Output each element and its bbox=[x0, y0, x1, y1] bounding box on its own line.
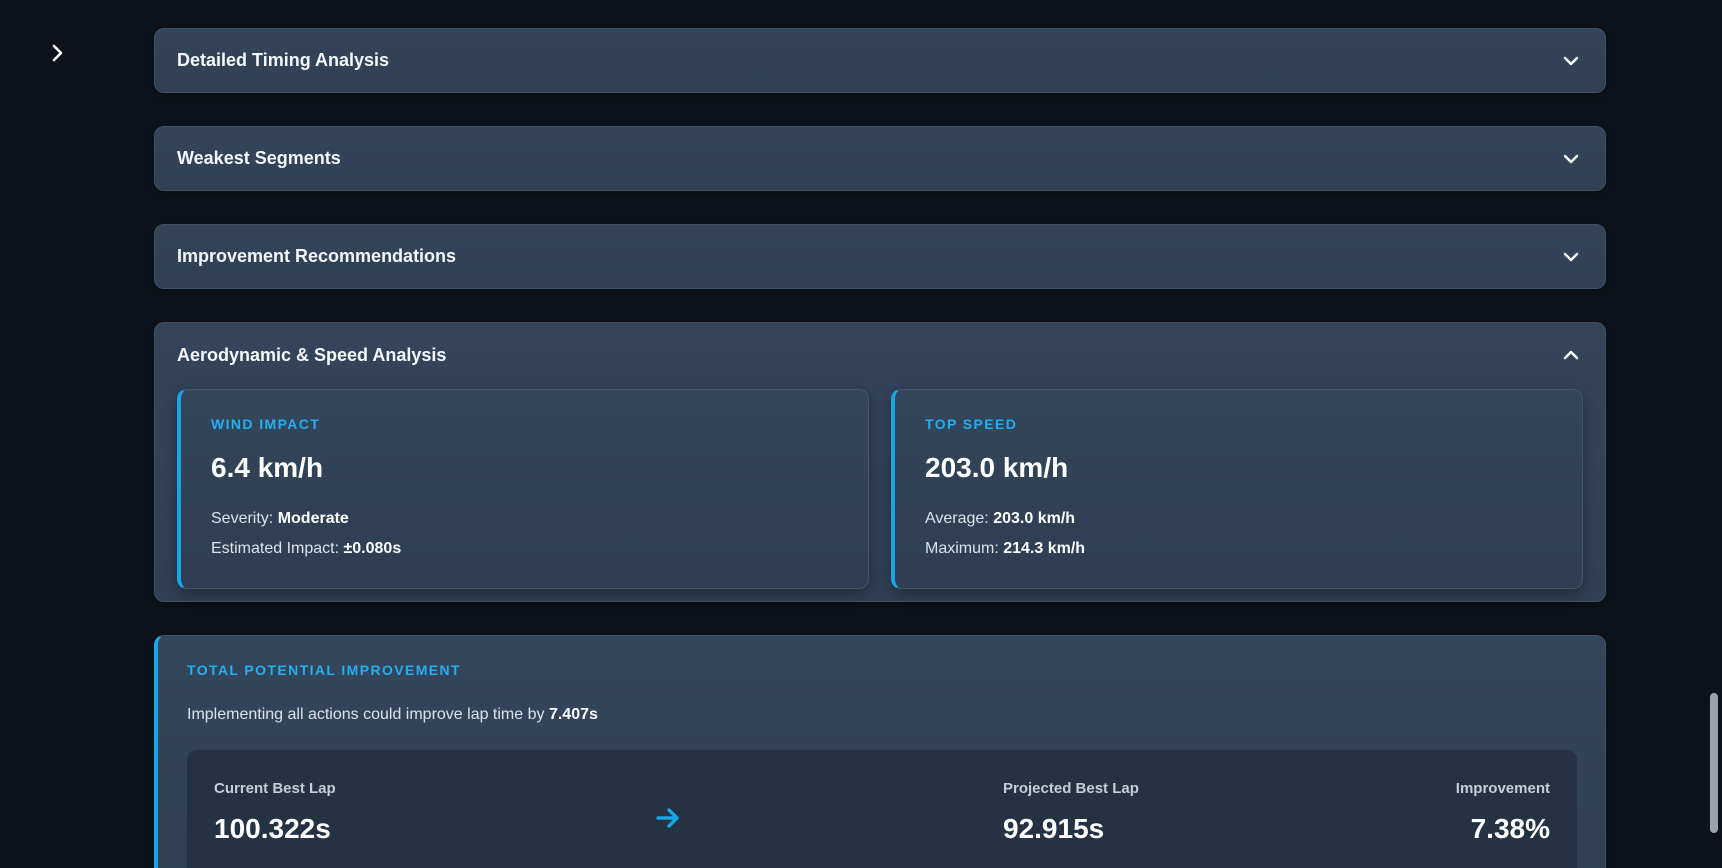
improvement-percent-label: Improvement bbox=[1455, 780, 1550, 797]
wind-impact-label: WIND IMPACT bbox=[211, 416, 321, 432]
current-best-lap: Current Best Lap 100.322s bbox=[214, 780, 336, 845]
main-content: Detailed Timing Analysis Weakest Segment… bbox=[154, 28, 1606, 868]
wind-severity-value: Moderate bbox=[277, 510, 349, 527]
panel-improvement-recommendations: Improvement Recommendations bbox=[154, 224, 1606, 289]
top-speed-value: 203.0 km/h bbox=[925, 452, 1069, 483]
projected-best-lap: Projected Best Lap 92.915s bbox=[1003, 780, 1139, 845]
panel-title: Detailed Timing Analysis bbox=[177, 50, 390, 70]
total-improvement-card: TOTAL POTENTIAL IMPROVEMENT Implementing… bbox=[154, 635, 1606, 868]
panel-title: Weakest Segments bbox=[177, 148, 341, 168]
improvement-text-prefix: Implementing all actions could improve l… bbox=[187, 706, 545, 723]
top-speed-label: TOP SPEED bbox=[925, 416, 1018, 432]
panel-body-aero-speed: WIND IMPACT 6.4 km/h Severity: Moderate … bbox=[155, 387, 1605, 601]
wind-impact-line-value: ±0.080s bbox=[343, 540, 402, 557]
chevron-down-icon[interactable] bbox=[1561, 51, 1581, 71]
total-improvement-label: TOTAL POTENTIAL IMPROVEMENT bbox=[187, 662, 461, 678]
speed-maximum-label: Maximum: bbox=[925, 540, 999, 557]
panel-header-weakest-segments[interactable]: Weakest Segments bbox=[155, 127, 1605, 190]
projected-best-lap-label: Projected Best Lap bbox=[1003, 780, 1139, 797]
chevron-right-icon bbox=[52, 44, 63, 62]
improvement-text-value: 7.407s bbox=[548, 706, 598, 723]
speed-maximum-value: 214.3 km/h bbox=[1003, 540, 1086, 557]
arrow-right-icon bbox=[655, 806, 683, 835]
speed-average-value: 203.0 km/h bbox=[993, 510, 1076, 527]
wind-severity-label: Severity: bbox=[211, 510, 274, 527]
wind-impact-value: 6.4 km/h bbox=[211, 452, 324, 483]
panel-aero-speed: Aerodynamic & Speed Analysis WIND IMPACT… bbox=[154, 322, 1606, 602]
sidebar-toggle-button[interactable] bbox=[44, 40, 70, 66]
top-speed-card: TOP SPEED 203.0 km/h Average: 203.0 km/h… bbox=[891, 389, 1583, 589]
wind-severity: Severity: Moderate bbox=[211, 504, 838, 534]
panel-weakest-segments: Weakest Segments bbox=[154, 126, 1606, 191]
wind-impact-card: WIND IMPACT 6.4 km/h Severity: Moderate … bbox=[177, 389, 869, 589]
speed-average: Average: 203.0 km/h bbox=[925, 504, 1552, 534]
wind-impact-line-label: Estimated Impact: bbox=[211, 540, 340, 557]
total-improvement-text: Implementing all actions could improve l… bbox=[187, 706, 1577, 724]
panel-title: Improvement Recommendations bbox=[177, 246, 457, 266]
wind-estimated-impact: Estimated Impact: ±0.080s bbox=[211, 534, 838, 564]
page-scrollbar[interactable] bbox=[1710, 693, 1718, 833]
chevron-down-icon[interactable] bbox=[1561, 247, 1581, 267]
improvement-percent-value: 7.38% bbox=[1470, 813, 1550, 844]
chevron-up-icon[interactable] bbox=[1561, 345, 1581, 365]
panel-title: Aerodynamic & Speed Analysis bbox=[177, 344, 447, 365]
projected-best-lap-value: 92.915s bbox=[1003, 813, 1105, 844]
current-best-lap-label: Current Best Lap bbox=[214, 780, 336, 797]
speed-maximum: Maximum: 214.3 km/h bbox=[925, 534, 1552, 564]
improvement-percent: Improvement 7.38% bbox=[1456, 780, 1550, 845]
panel-header-detailed-timing[interactable]: Detailed Timing Analysis bbox=[155, 29, 1605, 92]
panel-detailed-timing: Detailed Timing Analysis bbox=[154, 28, 1606, 93]
speed-average-label: Average: bbox=[925, 510, 989, 527]
chevron-down-icon[interactable] bbox=[1561, 149, 1581, 169]
current-best-lap-value: 100.322s bbox=[214, 813, 331, 844]
panel-header-aero-speed[interactable]: Aerodynamic & Speed Analysis bbox=[155, 323, 1605, 387]
lap-comparison: Current Best Lap 100.322s Projected Best… bbox=[187, 750, 1577, 868]
panel-header-improvement-recommendations[interactable]: Improvement Recommendations bbox=[155, 225, 1605, 288]
page: Detailed Timing Analysis Weakest Segment… bbox=[0, 0, 1722, 868]
